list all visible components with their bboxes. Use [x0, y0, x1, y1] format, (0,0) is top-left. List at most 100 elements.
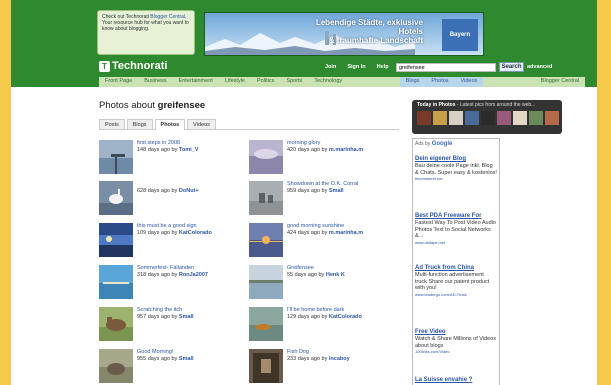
- tab-blogger-central[interactable]: Blogger Central: [535, 77, 585, 87]
- photo-title[interactable]: good morning sunshine: [287, 223, 344, 229]
- photo-author[interactable]: Small: [329, 188, 344, 194]
- photo-author[interactable]: incaboy: [329, 356, 350, 362]
- photo-author[interactable]: RonJa2007: [179, 272, 208, 278]
- tab-sports[interactable]: Sports: [280, 77, 308, 87]
- tab-front-page[interactable]: Front Page: [99, 77, 138, 87]
- photo-title[interactable]: Sommerfest- Fällanden: [137, 265, 194, 271]
- photo-thumbnail[interactable]: [99, 265, 133, 299]
- ad-item[interactable]: La Suisse envahie ?: [415, 377, 497, 384]
- photo-thumbnail[interactable]: [99, 349, 133, 383]
- today-photo-thumbnail[interactable]: [497, 111, 511, 125]
- ad-url[interactable]: www.deltapin.net: [415, 240, 497, 245]
- photo-age: 129 days ago by: [287, 314, 329, 320]
- ad-title[interactable]: Dein eigener Blog: [415, 156, 497, 163]
- photo-meta: 424 days ago by m.marinha.m: [287, 230, 363, 236]
- tab-technology[interactable]: Technology: [308, 77, 348, 87]
- photo-title[interactable]: Good Morning!: [137, 349, 173, 355]
- search-input[interactable]: [396, 63, 496, 72]
- ad-item[interactable]: Best PDA Freeware For Fastest Way To Pos…: [415, 213, 497, 245]
- photo-title[interactable]: Showdown at the O.K. Corral: [287, 181, 358, 187]
- today-photo-thumbnail[interactable]: [433, 111, 447, 125]
- tab-politics[interactable]: Politics: [251, 77, 280, 87]
- photo-title[interactable]: Fish Dog: [287, 349, 309, 355]
- photo-title[interactable]: Greifensee: [287, 265, 314, 271]
- ad-body: Bau deine coole Page inkl. Blog & Chats.…: [415, 163, 497, 176]
- bayern-logo: Bayern: [442, 19, 478, 51]
- search-button[interactable]: Search: [499, 62, 524, 72]
- ad-url[interactable]: www.leadergo.com/AD-Truck: [415, 292, 497, 297]
- photo-result: this must be a good sign 109 days ago by…: [99, 223, 244, 257]
- today-photo-thumbnail[interactable]: [449, 111, 463, 125]
- photo-thumbnail[interactable]: [249, 307, 283, 341]
- join-link[interactable]: Join: [325, 64, 336, 70]
- photo-author[interactable]: Small: [179, 356, 194, 362]
- today-in-photos-title[interactable]: Today in Photos: [417, 102, 456, 108]
- tab-lifestyle[interactable]: Lifestyle: [219, 77, 251, 87]
- today-photo-thumbnail[interactable]: [481, 111, 495, 125]
- tab-posts[interactable]: Posts: [99, 119, 125, 129]
- photo-author[interactable]: KatColorado: [329, 314, 362, 320]
- photo-author[interactable]: Small: [179, 314, 194, 320]
- photo-title[interactable]: this must be a good sign: [137, 223, 197, 229]
- tab-blogs[interactable]: Blogs: [399, 77, 426, 87]
- ad-headline: Lebendige Städte, exklusive Hotels & tra…: [293, 18, 423, 45]
- tab-spacer: [483, 77, 535, 87]
- today-photo-thumbnail[interactable]: [545, 111, 559, 125]
- photo-thumbnail[interactable]: [99, 140, 133, 174]
- photo-meta: 628 days ago by DoNut+: [137, 188, 199, 194]
- photo-author[interactable]: KatColorado: [179, 230, 212, 236]
- ad-title[interactable]: Best PDA Freeware For: [415, 213, 497, 220]
- photo-thumbnail[interactable]: [249, 140, 283, 174]
- photo-author[interactable]: Henk K: [326, 272, 345, 278]
- page-title: Photos about greifensee: [99, 100, 205, 111]
- blogger-central-promo: Check out Technorati Blogger Central, Yo…: [97, 10, 195, 55]
- today-photo-thumbnail[interactable]: [513, 111, 527, 125]
- ad-title[interactable]: Ad Truck from China: [415, 265, 497, 272]
- tab-videos-results[interactable]: Videos: [187, 119, 216, 129]
- ad-item[interactable]: Dein eigener Blog Bau deine coole Page i…: [415, 156, 497, 181]
- photo-author[interactable]: m.marinha.m: [329, 230, 363, 236]
- ad-item[interactable]: Ad Truck from China Multi-function adver…: [415, 265, 497, 297]
- tab-entertainment[interactable]: Entertainment: [173, 77, 219, 87]
- photo-thumbnail[interactable]: [249, 223, 283, 257]
- photo-thumbnail[interactable]: [249, 181, 283, 215]
- ads-by-google-label[interactable]: Ads by Google: [415, 141, 452, 147]
- photo-thumbnail[interactable]: [249, 265, 283, 299]
- today-photo-thumbnail[interactable]: [465, 111, 479, 125]
- today-photo-thumbnail[interactable]: [417, 111, 431, 125]
- ad-item[interactable]: Free Video Watch & Share Millions of Vid…: [415, 329, 497, 354]
- photo-meta: 233 days ago by incaboy: [287, 356, 350, 362]
- photo-thumbnail[interactable]: [99, 181, 133, 215]
- ad-url[interactable]: 100links.com/Video: [415, 349, 497, 354]
- photo-thumbnail[interactable]: [249, 349, 283, 383]
- ads-by-label: Ads by: [415, 141, 432, 147]
- ad-url[interactable]: bloomstreet.net: [415, 176, 497, 181]
- photo-author[interactable]: Tomi_V: [179, 147, 198, 153]
- photo-author[interactable]: DoNut+: [179, 188, 199, 194]
- technorati-logo-icon: T: [99, 60, 110, 72]
- photo-meta: 957 days ago by Small: [137, 314, 194, 320]
- photo-thumbnail[interactable]: [99, 307, 133, 341]
- photo-title[interactable]: Scratching the itch: [137, 307, 182, 313]
- tab-photos-results[interactable]: Photos: [154, 119, 186, 130]
- photo-thumbnail[interactable]: [99, 223, 133, 257]
- help-link[interactable]: Help: [377, 64, 389, 70]
- photo-title[interactable]: morning glory: [287, 140, 320, 146]
- tab-videos[interactable]: Videos: [454, 77, 484, 87]
- today-photo-thumbnail[interactable]: [529, 111, 543, 125]
- ad-title[interactable]: Free Video: [415, 329, 497, 336]
- photo-result: I'll be home before dark 129 days ago by…: [249, 307, 394, 341]
- photo-age: 233 days ago by: [287, 356, 329, 362]
- technorati-logo[interactable]: T Technorati: [99, 60, 167, 72]
- sign-in-link[interactable]: Sign In: [347, 64, 365, 70]
- photo-title[interactable]: I'll be home before dark: [287, 307, 344, 313]
- ad-title[interactable]: La Suisse envahie ?: [415, 377, 497, 384]
- today-in-photos-header: Today in Photos - Latest pics from aroun…: [417, 102, 535, 108]
- advanced-search-link[interactable]: advanced: [527, 64, 552, 70]
- tab-blogs-results[interactable]: Blogs: [126, 119, 153, 129]
- tab-business[interactable]: Business: [138, 77, 172, 87]
- photo-author[interactable]: m.marinha.m: [329, 147, 363, 153]
- tab-photos[interactable]: Photos: [425, 77, 455, 87]
- bayern-ad-banner[interactable]: Lebendige Städte, exklusive Hotels & tra…: [204, 12, 484, 56]
- photo-title[interactable]: first steps in 2008: [137, 140, 180, 146]
